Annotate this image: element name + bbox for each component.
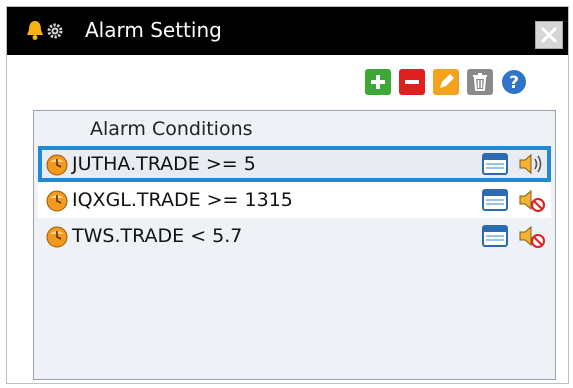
alarm-clock-icon: [46, 154, 68, 176]
sound-off-icon[interactable]: [518, 223, 546, 249]
alarm-row[interactable]: TWS.TRADE < 5.7: [38, 218, 551, 254]
alarm-conditions-panel: Alarm Conditions JUTHA.TRADE >= 5 IQXGL.…: [33, 110, 556, 380]
close-icon: [541, 27, 557, 43]
pencil-icon: [440, 74, 454, 88]
sound-off-icon[interactable]: [518, 187, 546, 213]
help-button[interactable]: ?: [501, 69, 527, 95]
schedule-window-icon[interactable]: [482, 152, 508, 176]
bell-icon: [27, 21, 43, 40]
alarm-condition-text: JUTHA.TRADE >= 5: [72, 153, 256, 175]
add-alarm-button[interactable]: [365, 69, 391, 95]
title-bar[interactable]: Alarm Setting: [7, 7, 568, 55]
title-icons: [25, 18, 69, 42]
alarm-clock-icon: [46, 190, 68, 212]
window-title: Alarm Setting: [85, 18, 222, 42]
schedule-window-icon[interactable]: [482, 224, 508, 248]
alarm-list: JUTHA.TRADE >= 5 IQXGL.TRADE >= 1315 TWS…: [38, 146, 551, 254]
delete-alarm-button[interactable]: [467, 69, 493, 95]
alarm-row[interactable]: IQXGL.TRADE >= 1315: [38, 182, 551, 218]
alarm-clock-icon: [46, 226, 68, 248]
sound-on-icon[interactable]: [518, 151, 546, 177]
schedule-window-icon[interactable]: [482, 188, 508, 212]
svg-text:?: ?: [509, 73, 519, 93]
minus-icon: [405, 80, 419, 84]
alarm-condition-text: TWS.TRADE < 5.7: [72, 225, 243, 247]
help-icon: ?: [502, 70, 526, 94]
toolbar: ?: [365, 69, 555, 97]
remove-alarm-button[interactable]: [399, 69, 425, 95]
column-header: Alarm Conditions: [90, 118, 253, 140]
trash-icon: [473, 73, 487, 91]
gear-icon: [47, 23, 63, 39]
close-button[interactable]: [535, 21, 563, 49]
alarm-condition-text: IQXGL.TRADE >= 1315: [72, 189, 293, 211]
alarm-row[interactable]: JUTHA.TRADE >= 5: [38, 146, 551, 182]
plus-icon: [371, 75, 385, 89]
alarm-conditions-header: Alarm Conditions: [34, 111, 555, 145]
edit-alarm-button[interactable]: [433, 69, 459, 95]
alarm-setting-window: Alarm Setting ? Alarm Conditions JUTHA.T…: [6, 6, 569, 384]
